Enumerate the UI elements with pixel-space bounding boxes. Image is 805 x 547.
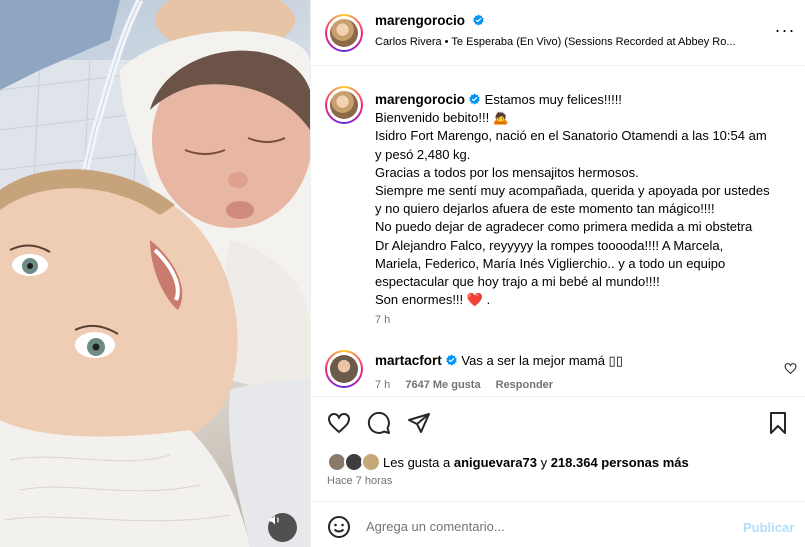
verified-icon — [446, 354, 457, 366]
comment-text: Vas a ser la mejor mamá ▯▯ — [461, 353, 623, 368]
author-username[interactable]: marengorocio — [375, 13, 465, 28]
post-modal: marengorocio Carlos Rivera • Te Esperaba… — [0, 0, 805, 547]
liker-avatars — [327, 452, 381, 472]
caption-line: y no quiero dejarlos afuera de este mome… — [375, 201, 715, 217]
caption-author-avatar[interactable] — [325, 86, 363, 124]
caption-line: Son enormes!!! ❤️ . — [375, 292, 491, 308]
audio-icon — [269, 515, 279, 525]
caption-line: Dr Alejandro Falco, reyyyyy la rompes to… — [375, 237, 724, 253]
post-details-panel: marengorocio Carlos Rivera • Te Esperaba… — [310, 0, 805, 547]
likes-prefix: Les gusta a — [383, 454, 451, 470]
post-actions-bar — [311, 396, 805, 448]
caption-line: Estamos muy felices!!!!! — [484, 92, 622, 107]
comment: martacfort Vas a ser la mejor mamá ▯▯ — [375, 353, 623, 369]
post-photo[interactable] — [0, 0, 310, 547]
caption-timestamp[interactable]: 7 h — [375, 314, 390, 326]
comment-icon[interactable] — [367, 411, 391, 435]
caption-line: No puedo dejar de agradecer como primera… — [375, 219, 753, 235]
commenter-username[interactable]: martacfort — [375, 353, 442, 368]
verified-icon — [469, 93, 480, 105]
like-heart-icon[interactable] — [327, 411, 351, 435]
caption-line: Mariela, Federico, María Inés Viglierchi… — [375, 255, 726, 271]
caption-line: Gracias a todos por los mensajitos hermo… — [375, 164, 639, 180]
song-attribution-link[interactable]: Carlos Rivera • Te Esperaba (En Vivo) (S… — [375, 36, 760, 48]
liker-username[interactable]: aniguevara73 — [454, 455, 537, 470]
post-header: marengorocio Carlos Rivera • Te Esperaba… — [311, 0, 805, 66]
caption-line: espectacular que hoy trajo a mi bebé al … — [375, 274, 660, 290]
post-caption: marengorocio Estamos muy felices!!!!! Bi… — [375, 91, 799, 309]
caption-username[interactable]: marengorocio — [375, 92, 465, 107]
save-icon[interactable] — [766, 411, 790, 435]
caption-line: y pesó 2,480 kg. — [375, 146, 471, 162]
comment-reply-button[interactable]: Responder — [496, 379, 553, 391]
more-options-button[interactable]: ··· — [773, 20, 797, 44]
avatar — [361, 452, 381, 472]
more-icon: ··· — [774, 20, 796, 40]
caption-line: Bienvenido bebito!!! 🙇 — [375, 110, 509, 126]
comment-like-heart-icon[interactable] — [784, 362, 797, 375]
caption-line: Siempre me sentí muy acompañada, querida… — [375, 183, 770, 199]
likes-connector: y — [540, 454, 548, 470]
caption-line: Isidro Fort Marengo, nació en el Sanator… — [375, 128, 767, 144]
add-comment-bar: Publicar — [311, 501, 805, 547]
comment-input[interactable] — [366, 519, 696, 534]
commenter-avatar[interactable] — [325, 350, 363, 388]
likes-summary: Les gusta a aniguevara73 y 218.364 perso… — [327, 452, 689, 472]
verified-icon — [472, 14, 484, 26]
newborn-photo-illustration — [0, 0, 310, 547]
share-icon[interactable] — [407, 411, 431, 435]
author-avatar[interactable] — [325, 14, 363, 52]
emoji-icon[interactable] — [327, 515, 351, 539]
comment-timestamp[interactable]: 7 h — [375, 379, 390, 391]
publish-button[interactable]: Publicar — [743, 520, 794, 535]
post-timestamp[interactable]: Hace 7 horas — [327, 475, 392, 487]
comment-likes[interactable]: 7647 Me gusta — [405, 379, 480, 391]
comment-meta: 7 h 7647 Me gusta Responder — [375, 379, 553, 391]
audio-toggle-button[interactable] — [268, 513, 297, 542]
likes-others-link[interactable]: 218.364 personas más — [551, 455, 689, 470]
